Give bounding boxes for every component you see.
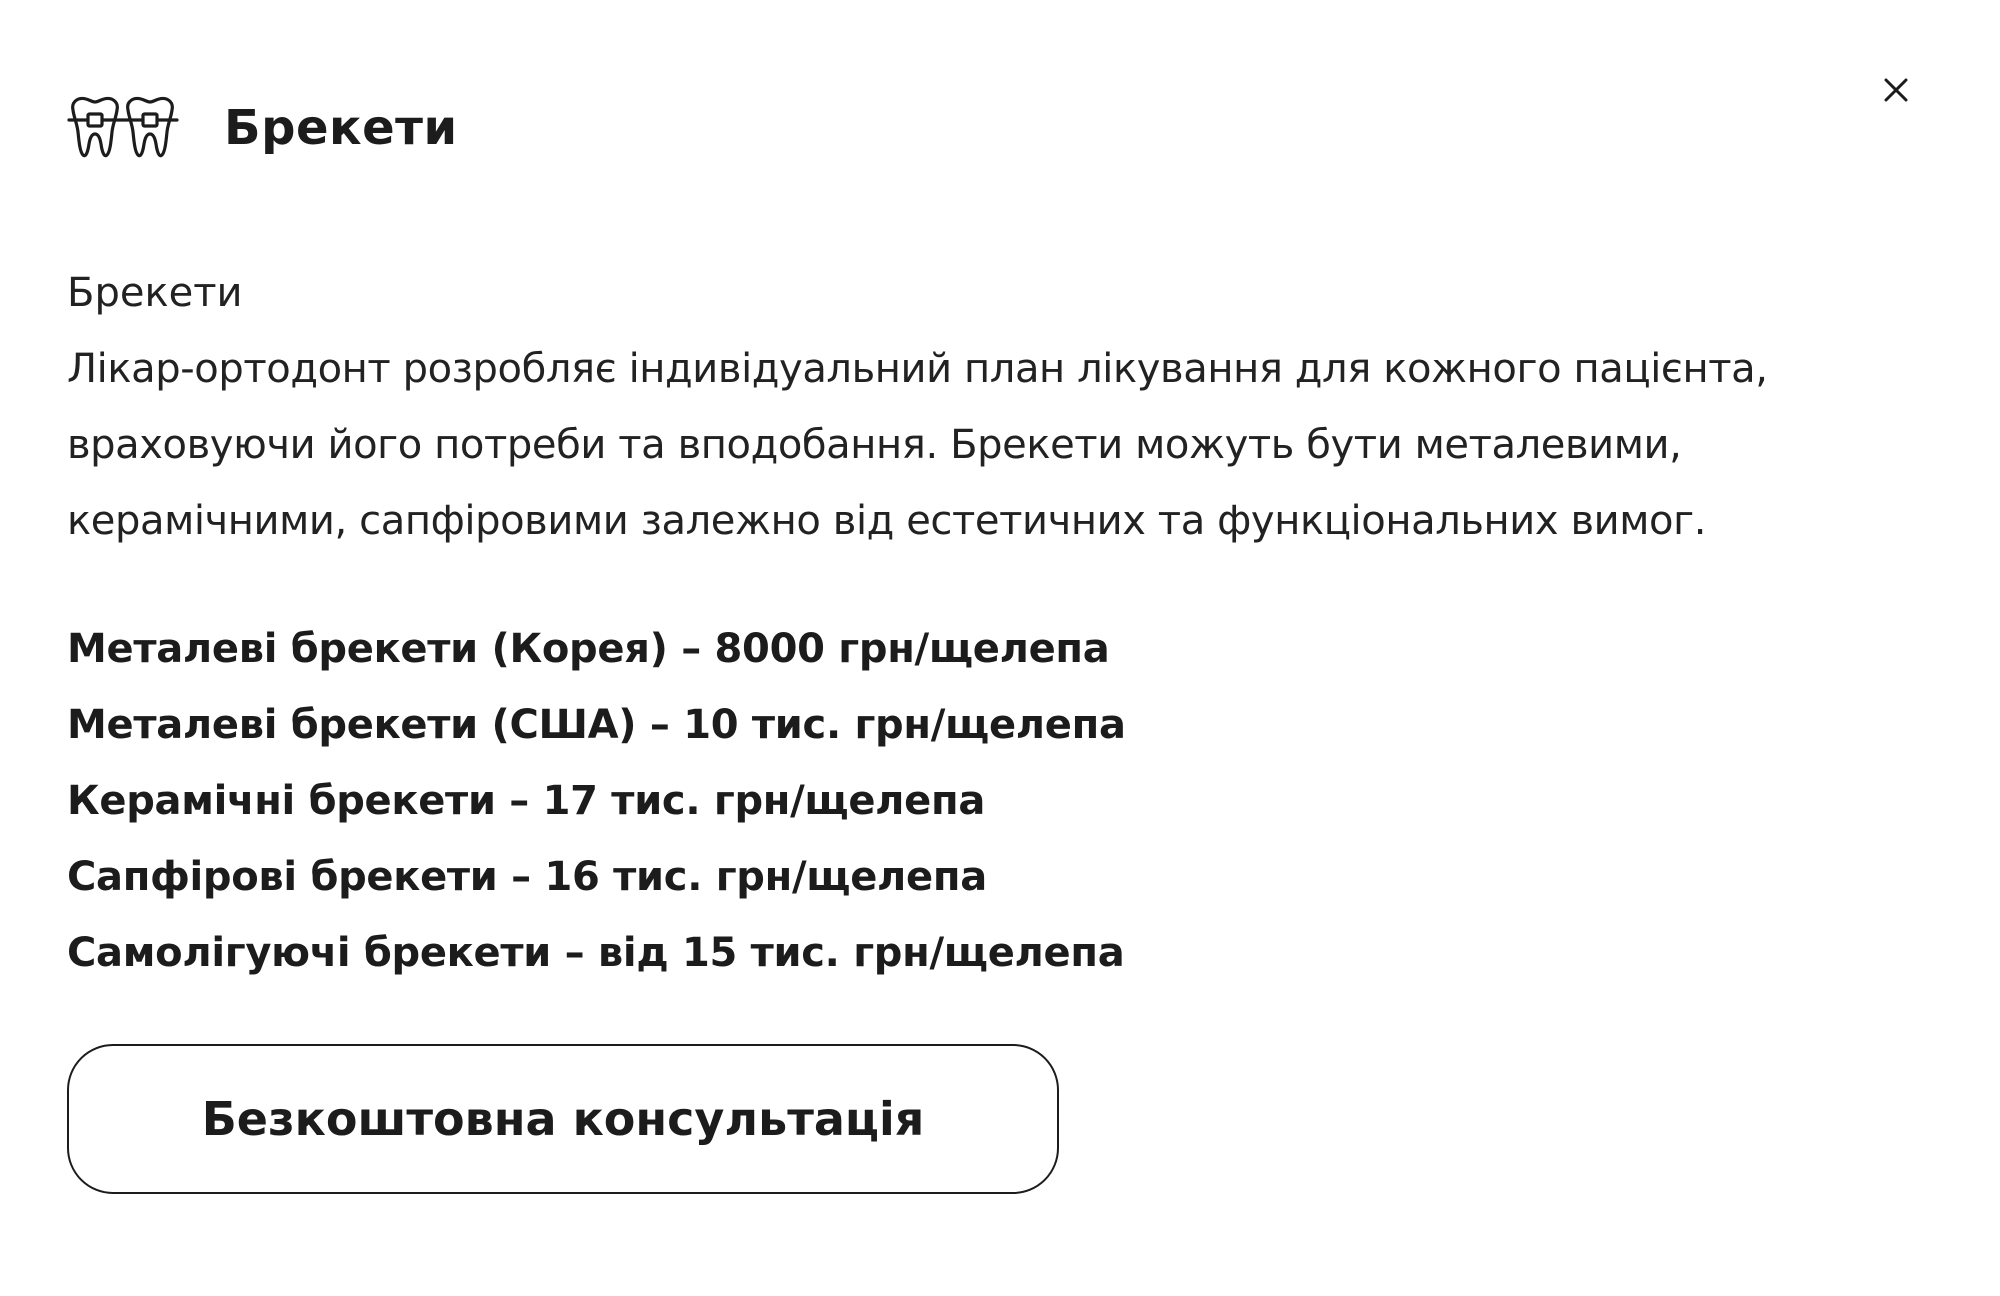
modal-title: Брекети xyxy=(224,100,458,156)
price-item-ceramic: Керамічні брекети – 17 тис. грн/щелепа xyxy=(67,778,986,824)
close-icon[interactable] xyxy=(1878,72,1914,108)
description-title: Брекети xyxy=(67,270,243,316)
price-item-metal-korea: Металеві брекети (Корея) – 8000 грн/щеле… xyxy=(67,626,1110,672)
price-item-self-ligating: Самолігуючі брекети – від 15 тис. грн/ще… xyxy=(67,930,1125,976)
free-consultation-button[interactable]: Безкоштовна консультація xyxy=(67,1044,1059,1194)
braces-teeth-icon xyxy=(67,96,179,158)
description-text: Лікар-ортодонт розробляє індивідуальний … xyxy=(67,346,1768,544)
modal-header: Брекети xyxy=(67,88,458,168)
price-list: Металеві брекети (Корея) – 8000 грн/щеле… xyxy=(67,611,1947,991)
price-item-metal-usa: Металеві брекети (США) – 10 тис. грн/щел… xyxy=(67,702,1126,748)
price-item-sapphire: Сапфірові брекети – 16 тис. грн/щелепа xyxy=(67,854,987,900)
service-modal: Брекети Брекети Лікар-ортодонт розробляє… xyxy=(0,0,2000,1296)
modal-content: Брекети Лікар-ортодонт розробляє індивід… xyxy=(67,255,1947,991)
